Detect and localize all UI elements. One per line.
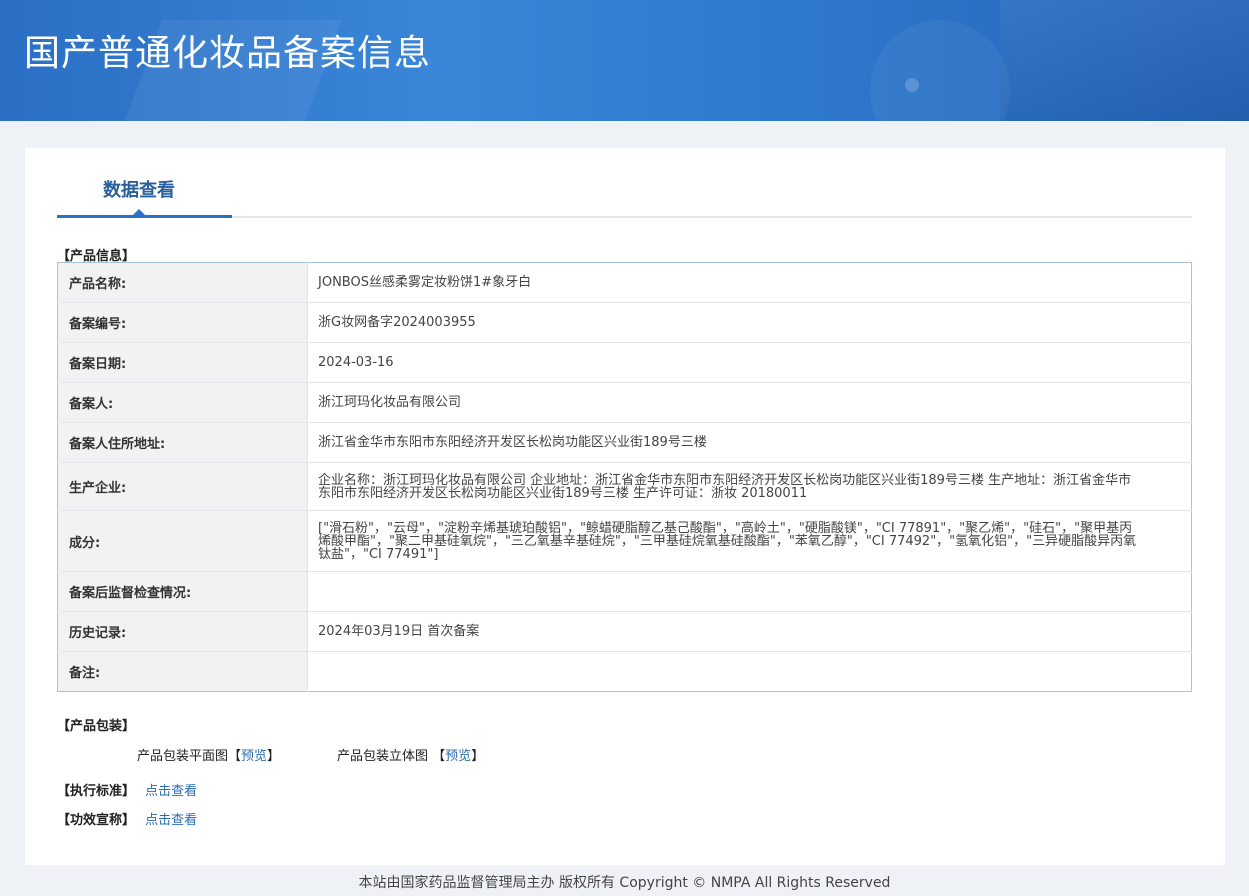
row-value: JONBOS丝感柔雾定妆粉饼1#象牙白 — [307, 262, 1192, 303]
row-label: 备案人住所地址: — [57, 422, 308, 463]
packaging-title: 【产品包装】 — [57, 719, 136, 734]
row-label: 生产企业: — [57, 462, 308, 511]
row-value: ["滑石粉"，"云母"，"淀粉辛烯基琥珀酸铝"，"鲸蜡硬脂醇乙基己酸酯"，"高岭… — [307, 510, 1192, 572]
standard-row: 【执行标准】 点击查看 — [57, 780, 197, 799]
header-decoration — [1000, 0, 1249, 121]
footer-copyright: 本站由国家药品监督管理局主办 版权所有 Copyright © NMPA All… — [358, 875, 891, 891]
row-label: 备注: — [57, 651, 308, 692]
table-row: 备案日期: 2024-03-16 — [57, 342, 1192, 383]
header-decoration — [905, 78, 919, 92]
row-value: 浙G妆网备字2024003955 — [307, 302, 1192, 343]
row-value — [307, 571, 1192, 612]
row-value: 浙江珂玛化妆品有限公司 — [307, 382, 1192, 423]
row-value — [308, 652, 1192, 692]
claims-view-link[interactable]: 点击查看 — [145, 813, 197, 828]
row-value: 2024-03-16 — [307, 342, 1192, 383]
row-label: 备案编号: — [57, 302, 308, 343]
header-decoration — [870, 20, 1010, 121]
row-label: 历史记录: — [57, 611, 308, 652]
standard-view-link[interactable]: 点击查看 — [145, 784, 197, 799]
packaging-flat-preview-link[interactable]: 预览 — [241, 749, 267, 764]
tab-data-view[interactable]: 数据查看 — [57, 148, 232, 218]
tab-bar: 数据查看 — [57, 148, 1192, 218]
table-row: 生产企业: 企业名称：浙江珂玛化妆品有限公司 企业地址：浙江省金华市东阳市东阳经… — [57, 462, 1192, 511]
table-row: 成分: ["滑石粉"，"云母"，"淀粉辛烯基琥珀酸铝"，"鲸蜡硬脂醇乙基己酸酯"… — [57, 510, 1192, 572]
tab-label: 数据查看 — [103, 180, 175, 201]
table-row: 备案人住所地址: 浙江省金华市东阳市东阳经济开发区长松岗功能区兴业街189号三楼 — [57, 422, 1192, 463]
table-row: 历史记录: 2024年03月19日 首次备案 — [57, 611, 1192, 652]
table-row: 备注: — [57, 651, 1192, 692]
row-label: 备案后监督检查情况: — [57, 571, 308, 612]
bracket: 【 — [432, 749, 446, 764]
content-panel: 数据查看 【产品信息】 产品名称: JONBOS丝感柔雾定妆粉饼1#象牙白 备案… — [25, 148, 1225, 865]
table-row: 备案编号: 浙G妆网备字2024003955 — [57, 302, 1192, 343]
table-row: 备案人: 浙江珂玛化妆品有限公司 — [57, 382, 1192, 423]
bracket: 】 — [471, 749, 485, 764]
packaging-flat-label: 产品包装平面图 — [137, 749, 229, 764]
claims-title: 【功效宣称】 — [57, 813, 136, 828]
row-label: 成分: — [57, 510, 308, 572]
packaging-flat: 产品包装平面图【预览】 — [137, 745, 280, 764]
bracket: 】 — [267, 749, 281, 764]
row-value: 浙江省金华市东阳市东阳经济开发区长松岗功能区兴业街189号三楼 — [307, 422, 1192, 463]
table-row: 产品名称: JONBOS丝感柔雾定妆粉饼1#象牙白 — [57, 262, 1192, 303]
row-label: 备案日期: — [57, 342, 308, 383]
packaging-solid-preview-link[interactable]: 预览 — [445, 749, 471, 764]
row-value: 2024年03月19日 首次备案 — [307, 611, 1192, 652]
site-header: 国产普通化妆品备案信息 — [0, 0, 1249, 121]
product-info-table: 产品名称: JONBOS丝感柔雾定妆粉饼1#象牙白 备案编号: 浙G妆网备字20… — [57, 262, 1192, 692]
packaging-solid: 产品包装立体图 【预览】 — [337, 745, 484, 764]
bracket: 【 — [228, 749, 242, 764]
packaging-solid-label: 产品包装立体图 — [337, 749, 429, 764]
table-row: 备案后监督检查情况: — [57, 571, 1192, 612]
standard-title: 【执行标准】 — [57, 784, 136, 799]
site-title: 国产普通化妆品备案信息 — [24, 33, 432, 74]
row-label: 备案人: — [57, 382, 308, 423]
row-label: 产品名称: — [57, 262, 308, 303]
tab-active-caret — [132, 209, 146, 216]
row-value: 企业名称：浙江珂玛化妆品有限公司 企业地址：浙江省金华市东阳市东阳经济开发区长松… — [307, 462, 1192, 511]
claims-row: 【功效宣称】 点击查看 — [57, 809, 197, 828]
